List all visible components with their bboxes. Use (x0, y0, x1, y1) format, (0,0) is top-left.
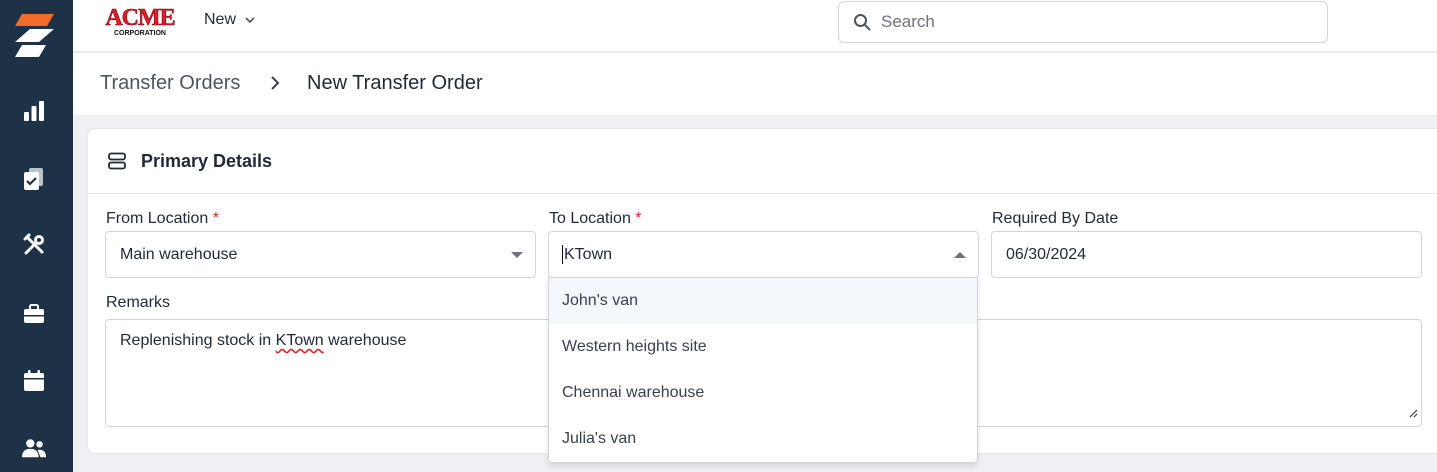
acme-logo[interactable]: ACME CORPORATION (101, 4, 179, 38)
breadcrumb-parent-link[interactable]: Transfer Orders (100, 72, 240, 95)
required-by-date-input[interactable]: 06/30/2024 (991, 231, 1422, 278)
briefcase-icon[interactable] (22, 302, 46, 326)
dropdown-option[interactable]: Western heights site (549, 324, 977, 370)
required-marker: * (212, 210, 219, 227)
search-input[interactable] (881, 12, 1281, 32)
to-location-value: KTown (564, 245, 613, 263)
caret-down-icon (511, 252, 523, 258)
breadcrumb: Transfer Orders New Transfer Order (73, 53, 1437, 115)
search-icon (854, 14, 871, 31)
new-button-label: New (204, 11, 237, 28)
card-header: Primary Details (88, 129, 1437, 194)
caret-up-icon (954, 252, 966, 258)
app-logo-icon[interactable] (12, 12, 56, 58)
dropdown-option[interactable]: Julia's van (549, 416, 977, 462)
from-location-label: From Location * (106, 210, 219, 227)
to-location-dropdown-menu: John's van Western heights site Chennai … (548, 277, 978, 463)
from-location-value: Main warehouse (120, 245, 238, 263)
tools-icon[interactable] (22, 233, 46, 257)
required-by-date-value: 06/30/2024 (1006, 245, 1087, 263)
spellcheck-word: KTown (275, 332, 324, 349)
bar-chart-icon[interactable] (22, 99, 46, 123)
page-title: New Transfer Order (307, 72, 483, 94)
remarks-text: Replenishing stock in KTown warehouse (120, 332, 407, 349)
chevron-right-icon (269, 74, 281, 97)
server-stack-icon (108, 152, 126, 175)
users-icon[interactable] (22, 436, 46, 460)
new-dropdown-button[interactable]: New (204, 11, 256, 29)
clipboard-check-icon[interactable] (22, 167, 46, 191)
calendar-icon[interactable] (22, 369, 46, 393)
to-location-combobox[interactable]: KTown (548, 231, 979, 278)
sidebar (0, 0, 73, 472)
required-by-date-label: Required By Date (992, 210, 1119, 227)
dropdown-option[interactable]: John's van (549, 278, 977, 324)
top-bar: ACME CORPORATION New (73, 0, 1437, 52)
required-marker: * (635, 210, 642, 227)
section-title: Primary Details (141, 151, 273, 171)
dropdown-option[interactable]: Chennai warehouse (549, 370, 977, 416)
to-location-label: To Location * (549, 210, 642, 227)
chevron-down-icon (245, 17, 255, 24)
search-box[interactable] (838, 1, 1328, 43)
text-cursor (562, 245, 563, 264)
resize-handle-icon[interactable] (1408, 405, 1418, 423)
remarks-label: Remarks (106, 294, 171, 311)
logo-text: ACME (105, 5, 174, 31)
logo-subtext: CORPORATION (114, 30, 166, 37)
from-location-select[interactable]: Main warehouse (105, 231, 536, 278)
